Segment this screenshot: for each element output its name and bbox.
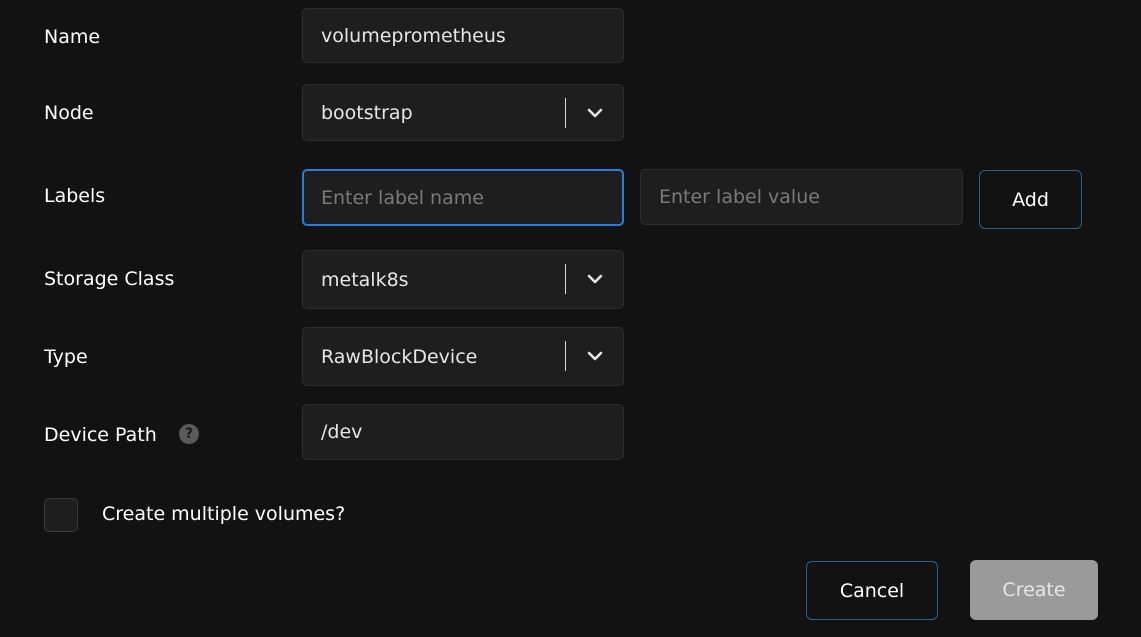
multiple-volumes-label: Create multiple volumes? [102,503,346,525]
create-volume-form: Name volumeprometheus Node bootstrap Lab… [0,0,1141,637]
device-path-input[interactable]: /dev [302,404,624,460]
device-path-label: Device Path [44,424,157,446]
storage-class-select[interactable]: metalk8s [302,250,624,309]
storage-class-label: Storage Class [44,268,175,290]
select-separator [565,98,566,128]
labels-label: Labels [44,185,106,207]
type-select-value: RawBlockDevice [321,345,478,368]
name-input-value: volumeprometheus [321,24,506,47]
create-button[interactable]: Create [970,560,1098,620]
label-name-input[interactable]: Enter label name [302,169,624,226]
select-separator [565,341,566,371]
type-label: Type [44,346,88,368]
label-name-placeholder: Enter label name [321,186,484,209]
label-value-input[interactable]: Enter label value [640,169,963,225]
node-select-value: bootstrap [321,101,413,124]
name-input[interactable]: volumeprometheus [302,8,624,63]
type-select[interactable]: RawBlockDevice [302,327,624,386]
select-separator [565,264,566,294]
label-value-placeholder: Enter label value [659,186,820,208]
help-icon[interactable]: ? [179,424,199,444]
device-path-input-value: /dev [321,421,363,443]
node-label: Node [44,102,94,124]
add-label-button[interactable]: Add [979,170,1082,229]
chevron-down-icon[interactable] [587,350,603,362]
cancel-button[interactable]: Cancel [806,561,938,620]
chevron-down-icon[interactable] [587,107,603,119]
chevron-down-icon[interactable] [587,273,603,285]
multiple-volumes-checkbox[interactable] [44,498,78,532]
storage-class-select-value: metalk8s [321,268,409,291]
node-select[interactable]: bootstrap [302,84,624,141]
name-label: Name [44,26,101,48]
